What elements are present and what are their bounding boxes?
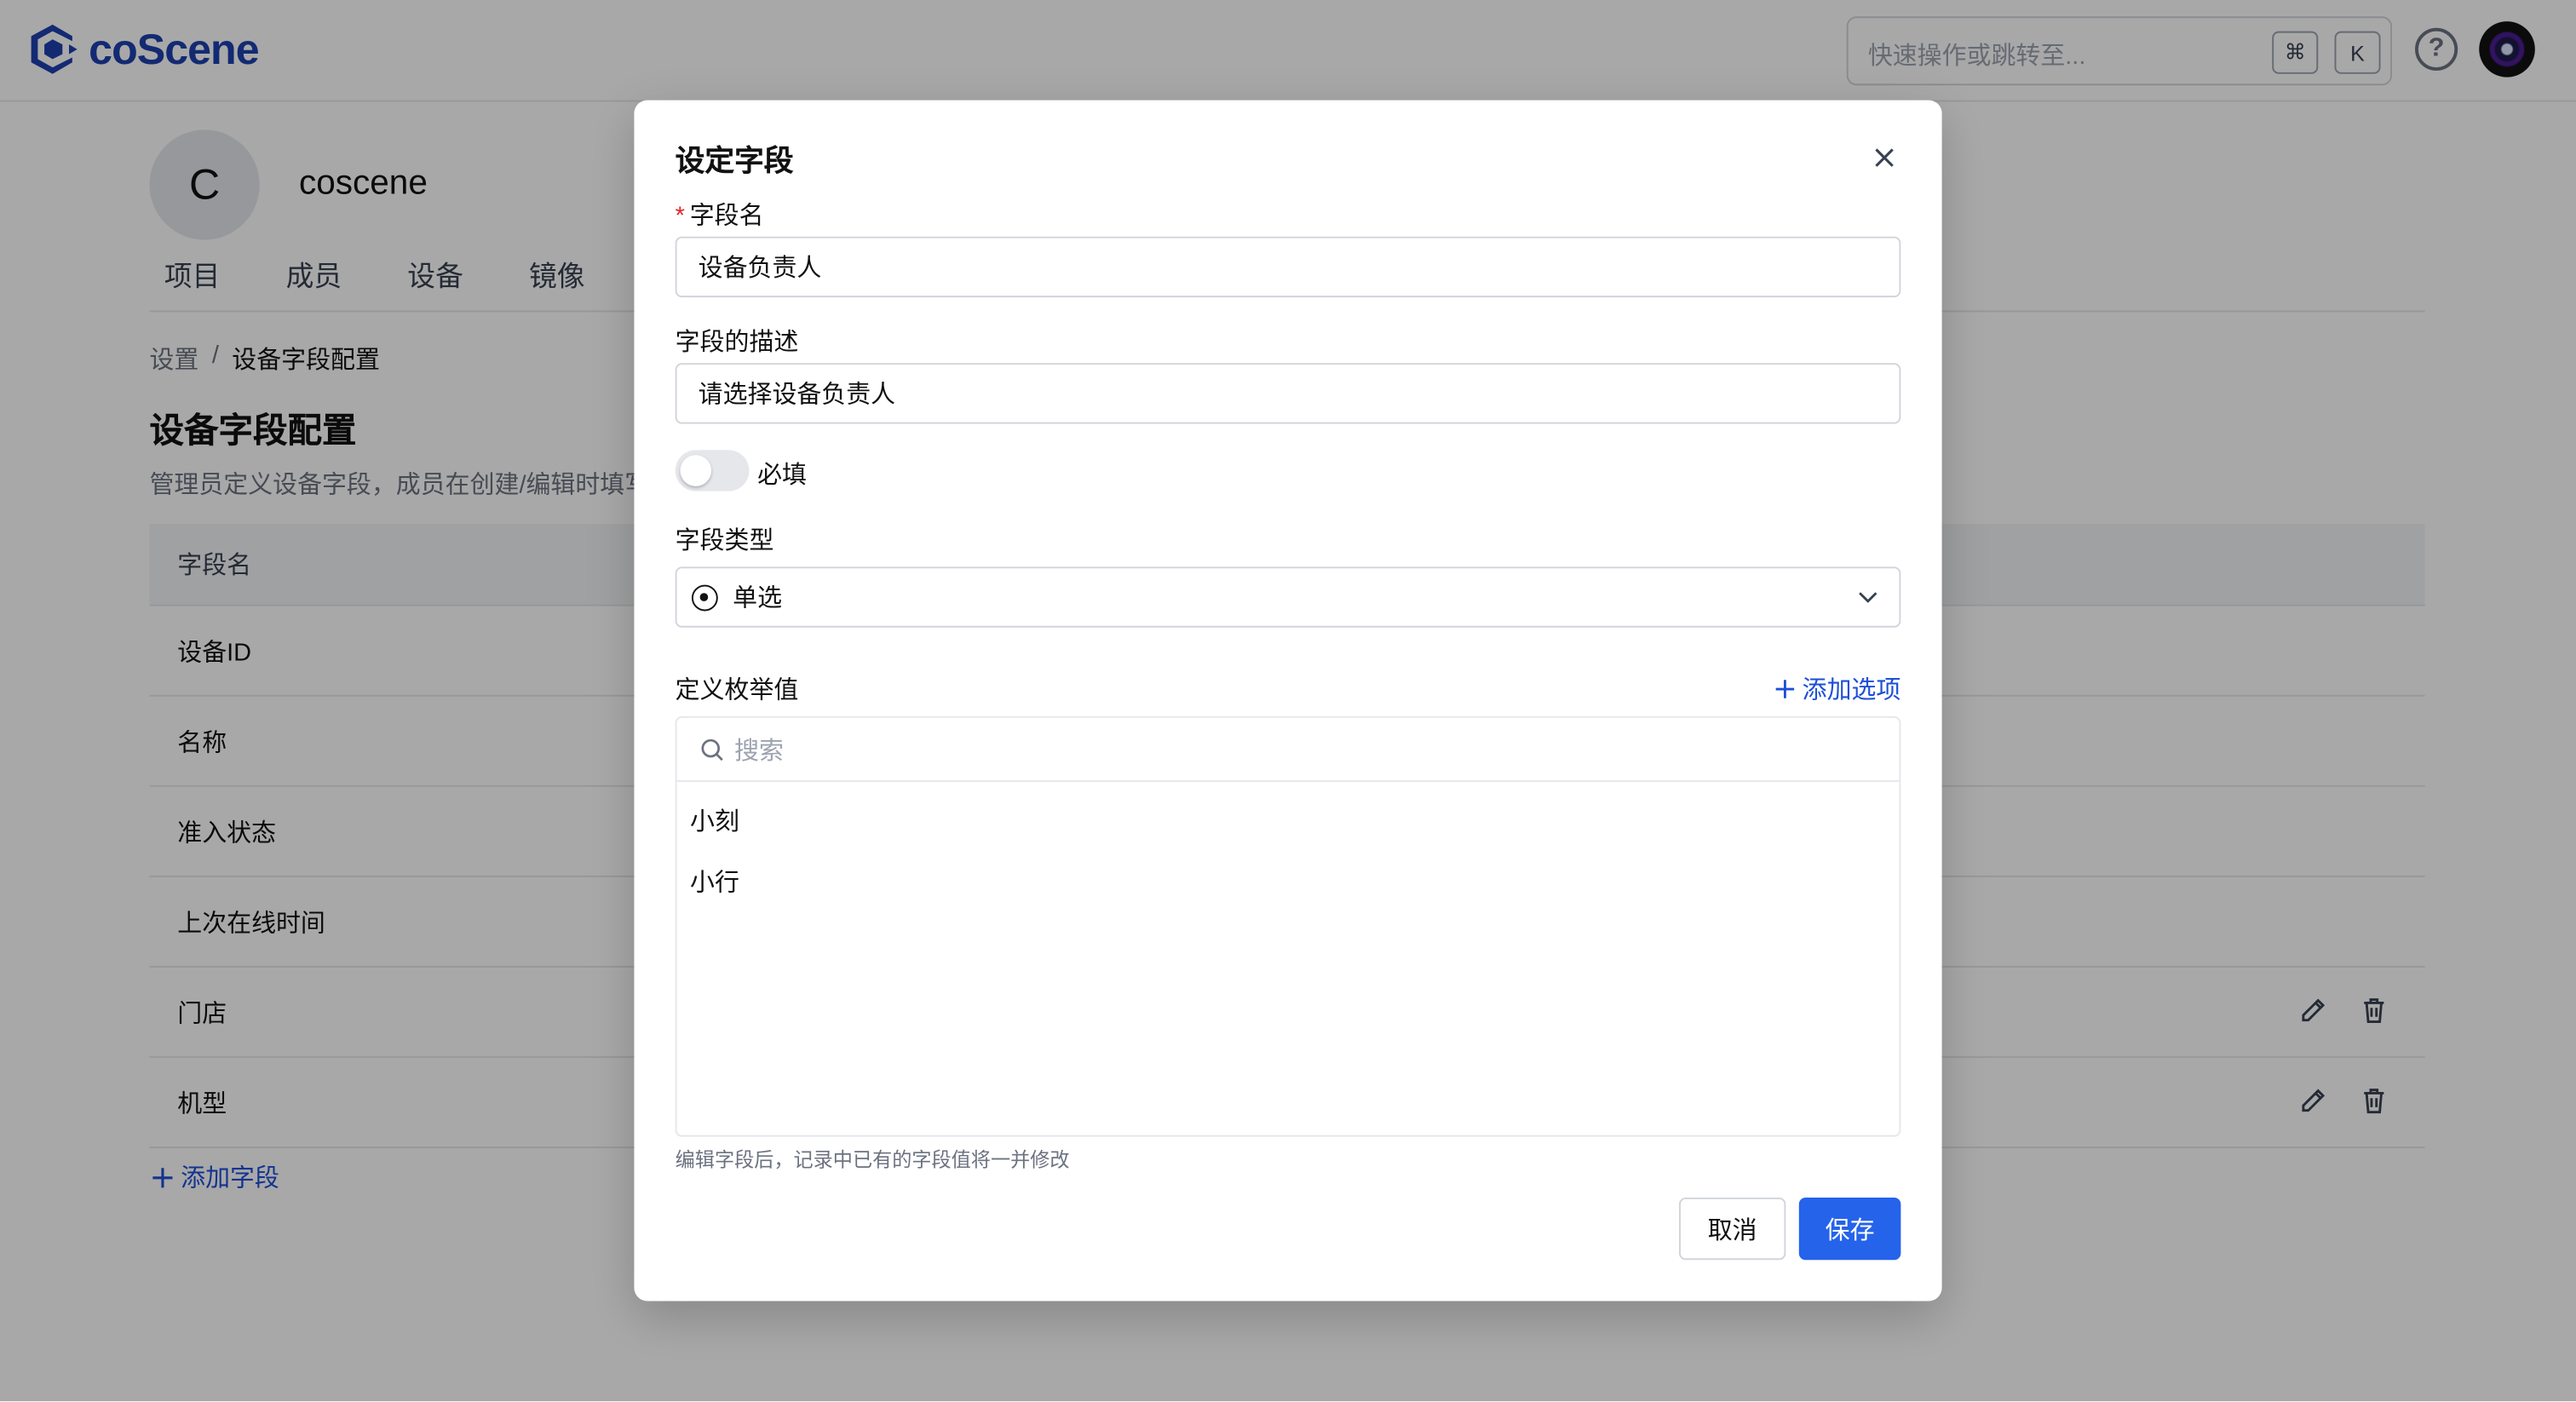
close-icon	[1875, 148, 1894, 167]
radio-icon	[691, 583, 718, 611]
field-name-input[interactable]: 设备负责人	[675, 236, 1901, 298]
app-root: coScene 快速操作或跳转至... ⌘ K ? C coscene 项目 成…	[0, 0, 2576, 1402]
field-type-value: 单选	[733, 584, 783, 613]
dialog-title: 设定字段	[675, 144, 794, 178]
required-label: 必填	[757, 461, 807, 490]
cancel-button[interactable]: 取消	[1679, 1197, 1786, 1261]
add-option-button[interactable]: 添加选项	[1774, 672, 1901, 707]
field-name-label-text: 字段名	[689, 202, 764, 231]
enum-search-input[interactable]: 搜索	[676, 718, 1900, 783]
plus-icon	[1775, 680, 1795, 698]
toggle-knob	[680, 455, 712, 486]
field-desc-label: 字段的描述	[675, 328, 799, 357]
field-type-select[interactable]: 单选	[675, 566, 1901, 628]
enum-item[interactable]: 小行	[690, 864, 739, 899]
edit-hint: 编辑字段后，记录中已有的字段值将一并修改	[675, 1148, 1070, 1172]
field-type-label: 字段类型	[675, 527, 774, 555]
required-asterisk: *	[675, 202, 685, 231]
required-toggle[interactable]	[675, 450, 750, 491]
save-button[interactable]: 保存	[1798, 1197, 1901, 1261]
chevron-down-icon	[1859, 592, 1877, 603]
close-button[interactable]	[1866, 140, 1902, 175]
field-desc-value: 请选择设备负责人	[698, 381, 896, 410]
enum-item[interactable]: 小刻	[690, 803, 739, 838]
enum-list: 搜索 小刻 小行	[675, 715, 1901, 1137]
enum-label: 定义枚举值	[675, 676, 799, 705]
enum-search-placeholder: 搜索	[734, 736, 784, 765]
field-name-label: * 字段名	[676, 197, 764, 232]
field-desc-input[interactable]: 请选择设备负责人	[675, 363, 1901, 424]
search-icon	[701, 738, 723, 761]
field-name-value: 设备负责人	[698, 254, 822, 283]
add-option-label: 添加选项	[1802, 676, 1901, 705]
set-field-dialog: 设定字段 * 字段名 设备负责人 字段的描述 请选择设备负责人 必填 字段类型 单…	[634, 100, 1942, 1301]
